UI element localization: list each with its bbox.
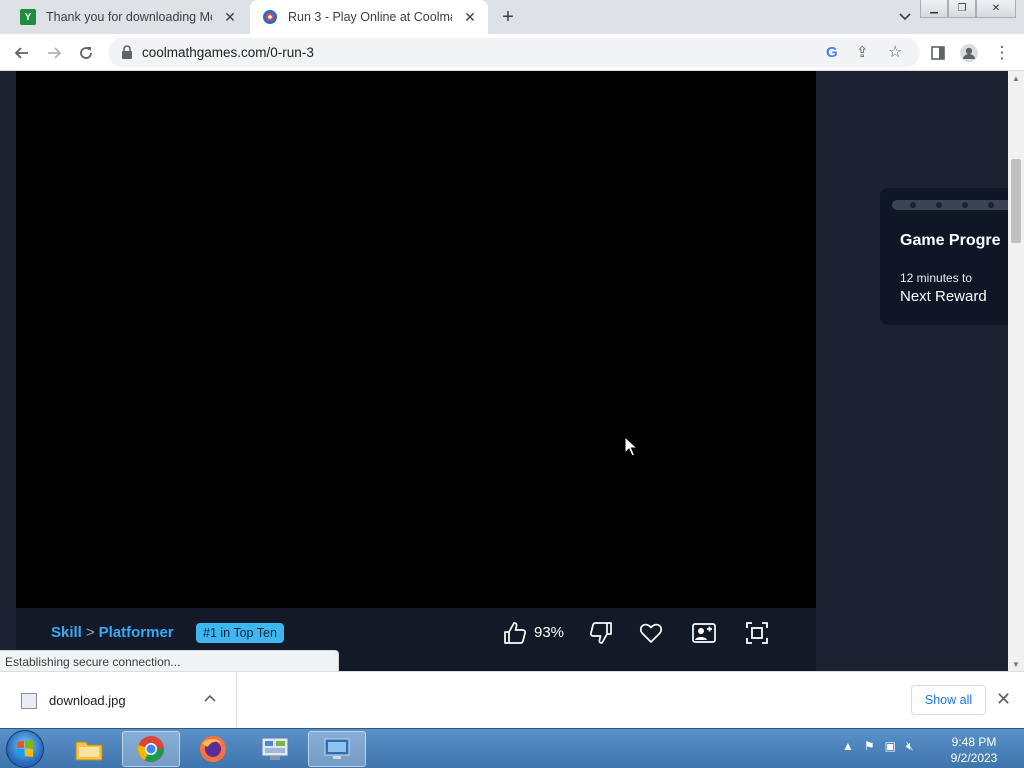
tab-download-thanks[interactable]: Y Thank you for downloading Mon ✕ [8,0,248,34]
image-file-icon [21,693,37,709]
new-tab-icon[interactable]: + [496,5,520,29]
tab-run-3[interactable]: Run 3 - Play Online at Coolmath ✕ [250,0,488,34]
page-scrollbar[interactable]: ▲ ▼ [1008,71,1024,671]
progress-title: Game Progre [900,232,1001,249]
system-tray: ▲ ⚑ ▣ 🔇︎ [842,739,914,754]
browser-toolbar: coolmathgames.com/0-run-3 G ⇪ ☆ ⋮ [0,34,1024,71]
coolmath-favicon-icon [262,9,278,25]
restore-icon[interactable]: ❐ [948,0,976,18]
volume-muted-icon[interactable]: 🔇︎ [906,739,914,754]
breadcrumb-skill[interactable]: Skill [51,624,82,641]
game-progress-card[interactable]: Game Progre 12 minutes to Next Reward [880,188,1024,325]
download-item[interactable]: download.jpg [0,672,237,729]
back-arrow-icon[interactable] [9,40,35,66]
page-left-gutter [0,71,16,671]
scroll-up-arrow-icon[interactable]: ▲ [1008,71,1024,85]
profile-avatar-icon[interactable] [956,40,982,66]
lock-icon [122,45,132,59]
thumbs-up-icon[interactable] [502,620,528,646]
more-menu-icon[interactable]: ⋮ [989,40,1015,66]
bookmark-star-icon[interactable]: ☆ [888,42,902,62]
address-bar[interactable]: coolmathgames.com/0-run-3 G ⇪ ☆ [108,38,920,67]
rating-percent: 93% [534,624,565,641]
web-page: Skill > Platformer #1 in Top Ten 93% Game … [0,71,1024,671]
heart-icon[interactable] [638,620,664,646]
tab-close-icon[interactable]: ✕ [460,7,480,27]
scroll-down-arrow-icon[interactable]: ▼ [1008,657,1024,671]
action-center-flag-icon[interactable]: ⚑ [864,739,875,754]
tab-search-chevron-icon[interactable] [894,6,916,28]
clock-time: 9:48 PM [951,735,997,749]
tab-strip: Y Thank you for downloading Mon ✕ Run 3 … [0,0,1024,34]
breadcrumb-platformer[interactable]: Platformer [99,624,174,641]
show-all-button[interactable]: Show all [911,685,986,715]
progress-track [892,200,1024,210]
sheets-favicon-icon: Y [20,9,36,25]
download-shelf: download.jpg Show all ✕ [0,671,1024,729]
progress-subtitle: 12 minutes to [900,271,973,285]
thumbs-down-icon[interactable] [588,620,614,646]
window-close-icon[interactable]: ✕ [976,0,1016,18]
network-icon[interactable]: ▣ [885,739,896,754]
window-controls: ▁ ❐ ✕ [920,0,1016,18]
tab-title: Thank you for downloading Mon [46,10,212,24]
fullscreen-icon[interactable] [744,620,770,646]
game-canvas[interactable] [16,71,816,608]
url-text: coolmathgames.com/0-run-3 [142,45,314,60]
minimize-icon[interactable]: ▁ [920,0,948,18]
taskbar-clock[interactable]: 9:48 PM 9/2/2023 [944,734,1004,766]
show-hidden-icons-icon[interactable]: ▲ [842,739,854,754]
firefox-icon[interactable] [184,731,242,767]
google-lens-icon[interactable]: G [826,44,838,61]
windows-taskbar: ▲ ⚑ ▣ 🔇︎ 9:48 PM 9/2/2023 [0,728,1024,768]
chevron-up-icon[interactable] [204,691,216,705]
chrome-icon[interactable] [122,731,180,767]
tab-title: Run 3 - Play Online at Coolmath [288,10,452,24]
breadcrumb: Skill > Platformer [51,624,174,641]
breadcrumb-separator: > [85,624,95,641]
windows-start-icon[interactable] [6,730,44,768]
mouse-cursor-icon [624,436,638,457]
side-panel-icon[interactable] [925,40,951,66]
add-game-icon[interactable] [691,620,717,646]
file-explorer-icon[interactable] [60,731,118,767]
control-panel-icon[interactable] [246,731,304,767]
remote-desktop-icon[interactable] [308,731,366,767]
top-ten-badge[interactable]: #1 in Top Ten [196,623,284,643]
reload-icon[interactable] [73,40,99,66]
forward-arrow-icon[interactable] [41,40,67,66]
tab-close-icon[interactable]: ✕ [220,7,240,27]
download-filename: download.jpg [49,693,126,708]
scroll-thumb[interactable] [1011,159,1021,243]
status-bubble: Establishing secure connection... [0,650,339,672]
close-download-shelf-icon[interactable]: ✕ [996,689,1011,710]
clock-date: 9/2/2023 [950,751,998,765]
progress-reward-label: Next Reward [900,288,987,305]
share-icon[interactable]: ⇪ [856,43,869,61]
